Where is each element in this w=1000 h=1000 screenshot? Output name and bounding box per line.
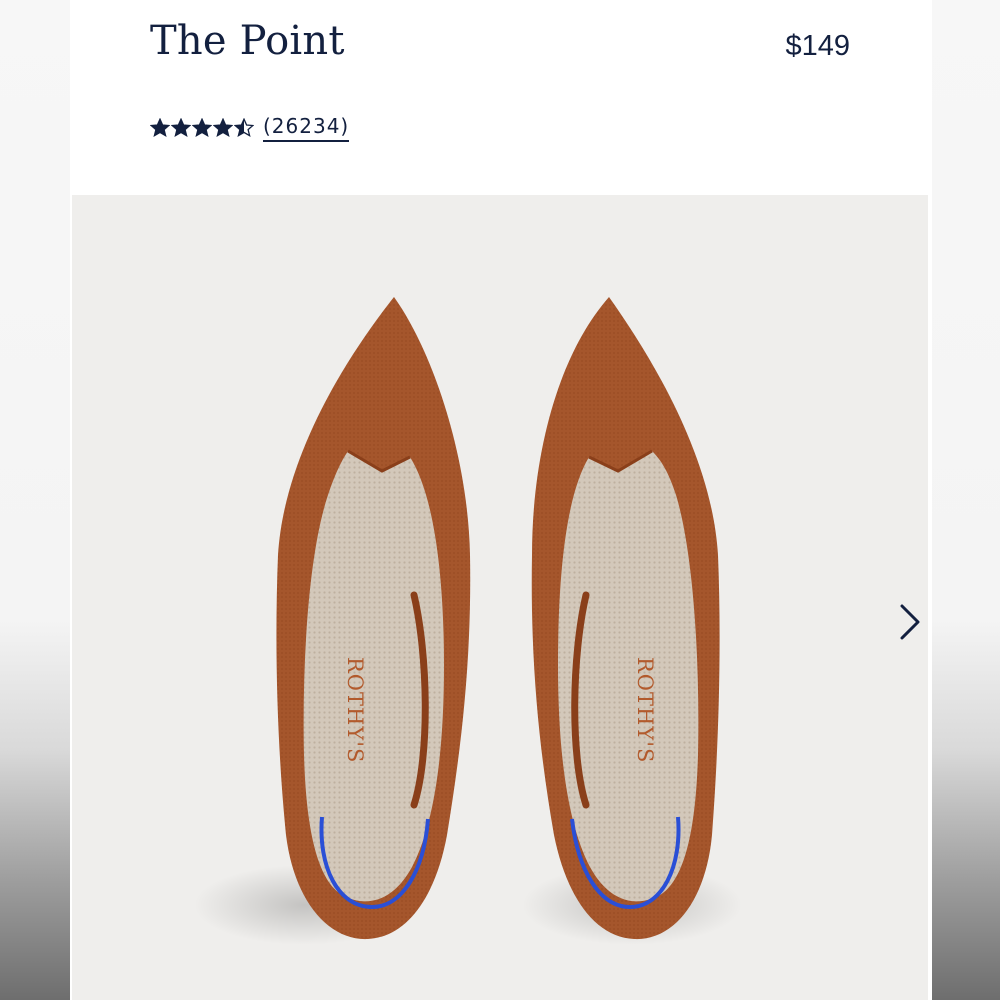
left-shoe: ROTHY'S	[276, 297, 471, 940]
left-backdrop	[0, 0, 70, 1000]
right-backdrop	[932, 0, 1000, 1000]
product-image-gallery: ROTHY'S ROTHY'S	[72, 195, 928, 1000]
left-insole-logo: ROTHY'S	[343, 657, 367, 763]
right-shoe: ROTHY'S	[531, 297, 720, 940]
star-full-icon	[171, 118, 191, 138]
star-half-icon	[234, 118, 254, 138]
star-full-icon	[150, 118, 170, 138]
star-full-icon	[213, 118, 233, 138]
product-card: The Point $149 (26234) ROTHY'S ROTHY'S	[70, 0, 932, 1000]
chevron-right-icon	[900, 604, 920, 640]
review-count-link[interactable]: (26234)	[263, 114, 350, 142]
product-title: The Point	[150, 18, 345, 64]
star-full-icon	[192, 118, 212, 138]
right-insole-logo: ROTHY'S	[633, 657, 657, 763]
product-image: ROTHY'S ROTHY'S	[194, 297, 742, 945]
rating-row: (26234)	[150, 114, 350, 142]
product-price: $149	[785, 30, 850, 62]
star-rating	[150, 118, 254, 138]
next-image-button[interactable]	[887, 598, 928, 646]
